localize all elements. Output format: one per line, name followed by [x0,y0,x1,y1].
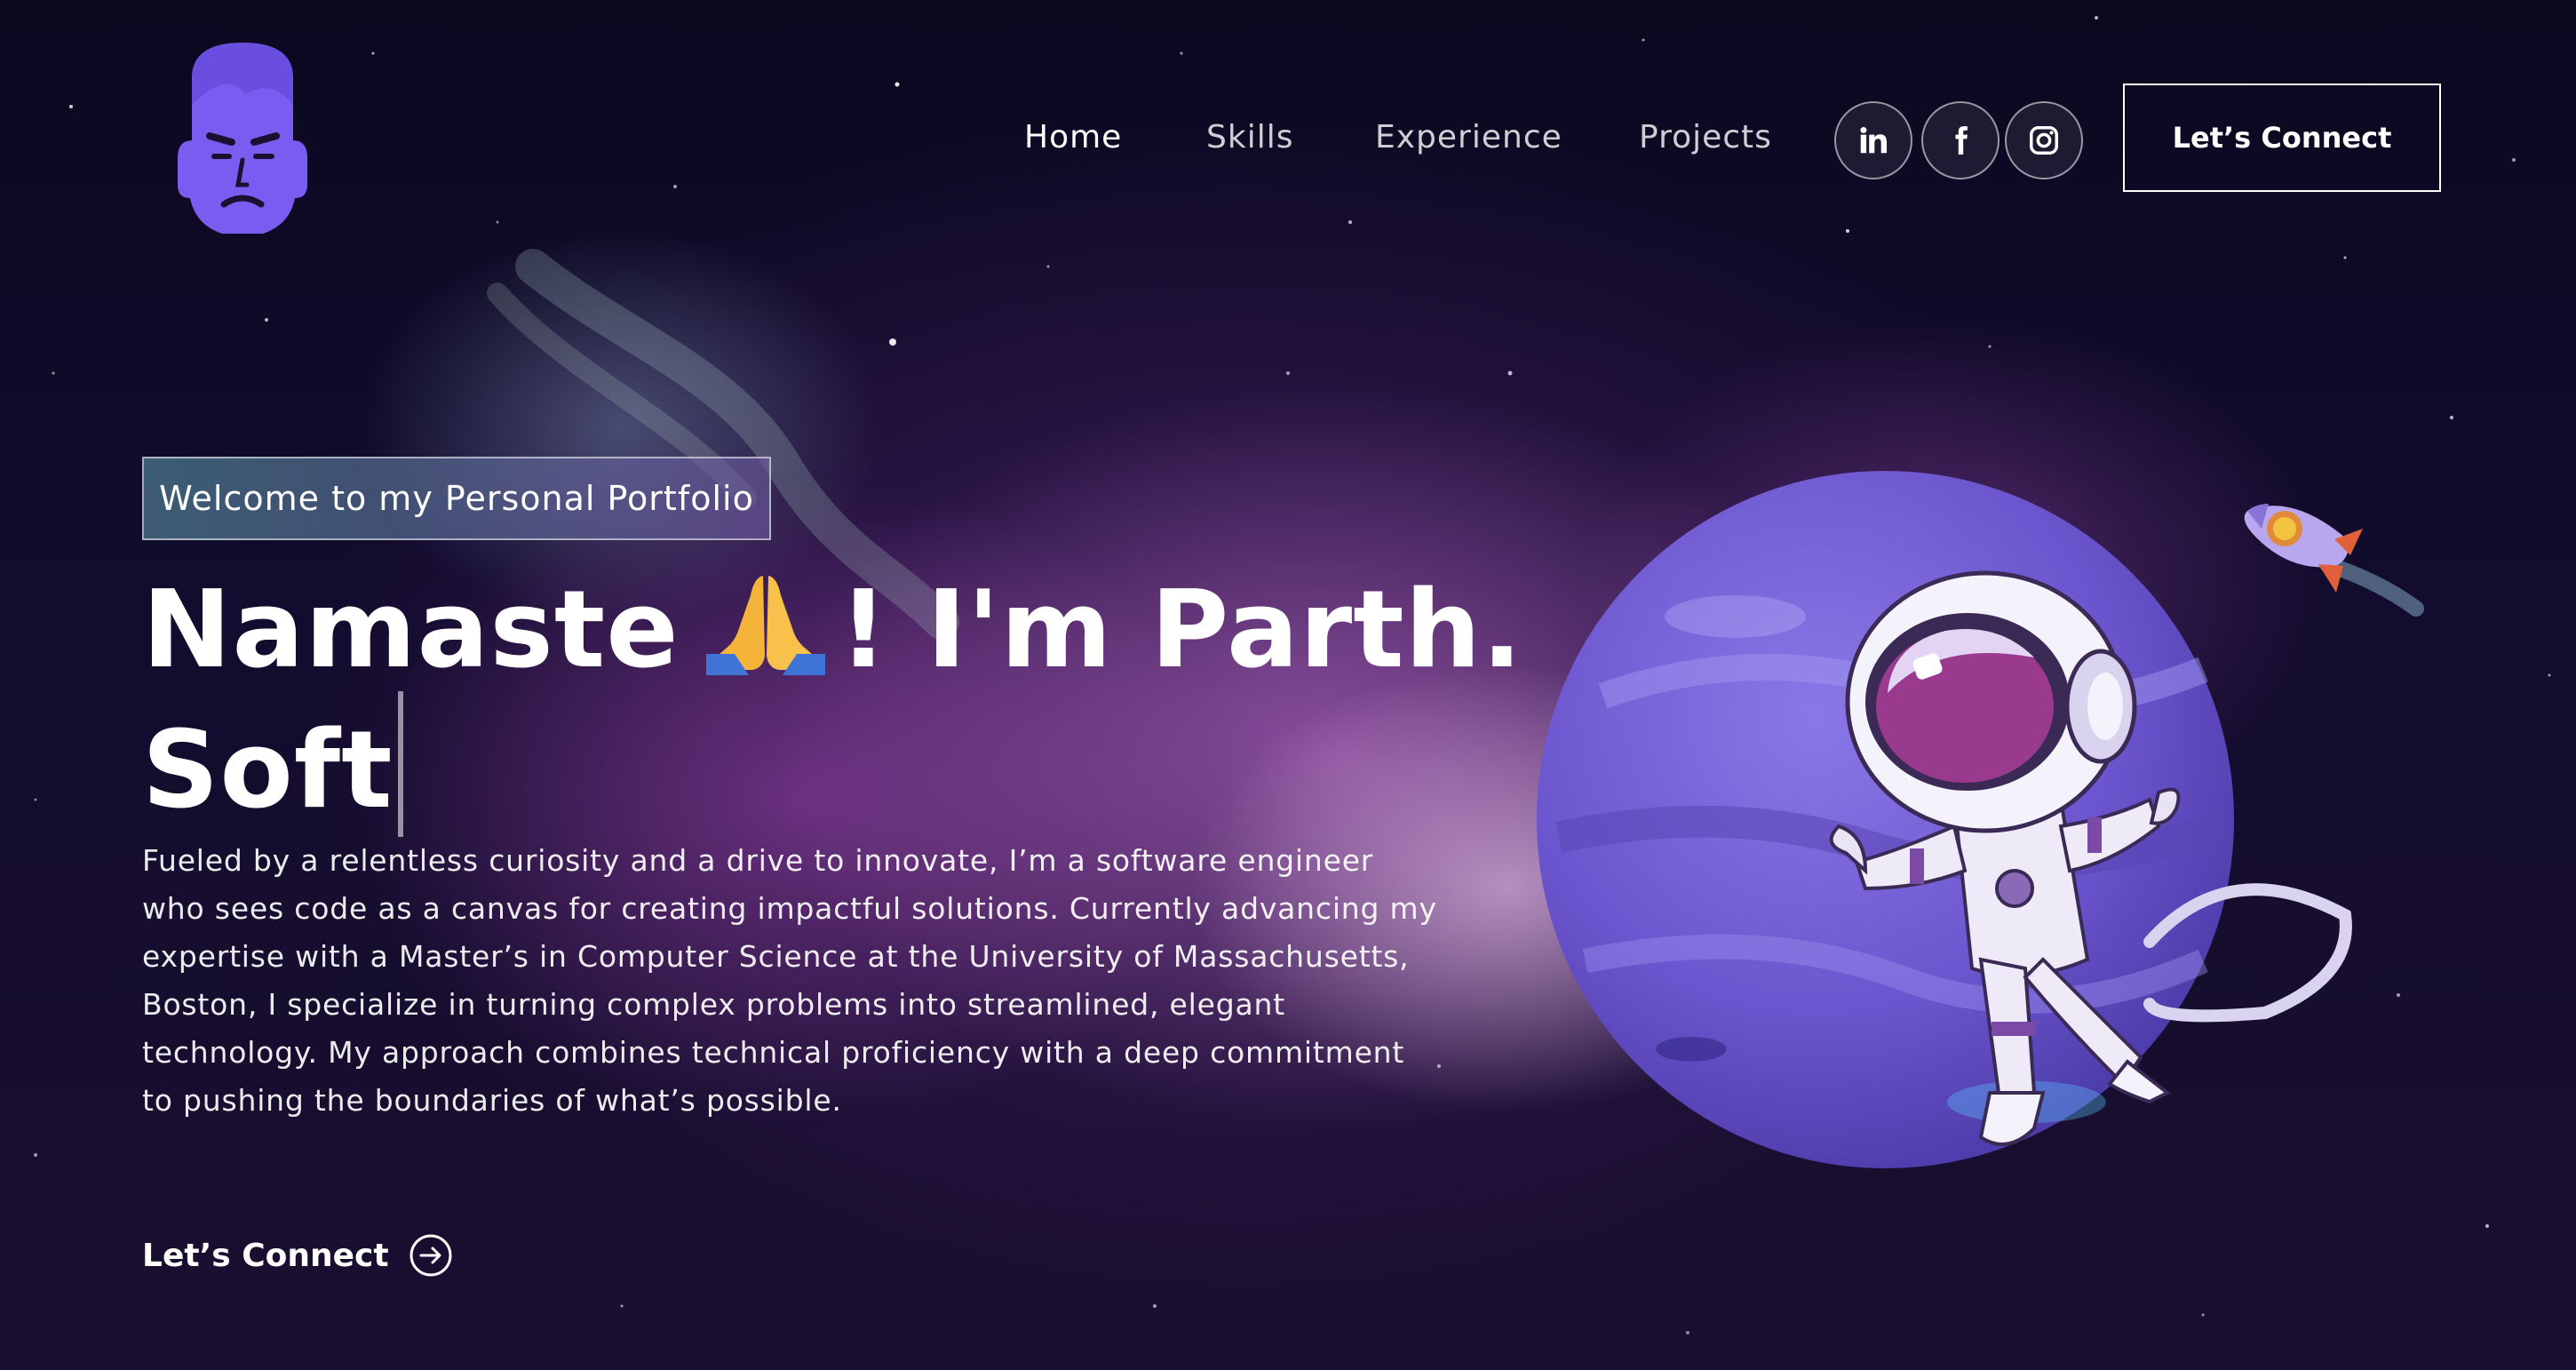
linkedin-button[interactable] [1834,101,1912,179]
folded-hands-icon [705,576,825,675]
typing-role-text: Soft [142,709,394,832]
headline-intro: ! I'm Parth. [839,569,1523,692]
lets-connect-button[interactable]: Let’s Connect [2123,84,2441,192]
bio-paragraph: Fueled by a relentless curiosity and a d… [142,843,1437,1118]
nav-home[interactable]: Home [1024,119,1122,155]
cta-label: Let’s Connect [142,1237,389,1274]
lets-connect-link[interactable]: Let’s Connect [142,1233,453,1278]
linkedin-icon [1860,126,1888,154]
nav-skills[interactable]: Skills [1206,119,1293,155]
facebook-button[interactable] [1921,101,2000,179]
nav-projects[interactable]: Projects [1639,119,1772,155]
typing-cursor [398,691,404,837]
facebook-icon [1955,126,1968,155]
welcome-tagline: Welcome to my Personal Portfolio [142,457,771,540]
instagram-button[interactable] [2005,101,2083,179]
hero-headline: Namaste ! I'm Parth. Soft [142,569,1523,837]
avatar-face-icon[interactable] [174,43,311,236]
astronaut-illustration [1829,570,2352,1146]
headline-greeting: Namaste [142,569,680,692]
instagram-icon [2030,126,2058,155]
nav-experience[interactable]: Experience [1375,119,1562,155]
arrow-right-circle-icon [409,1234,452,1277]
